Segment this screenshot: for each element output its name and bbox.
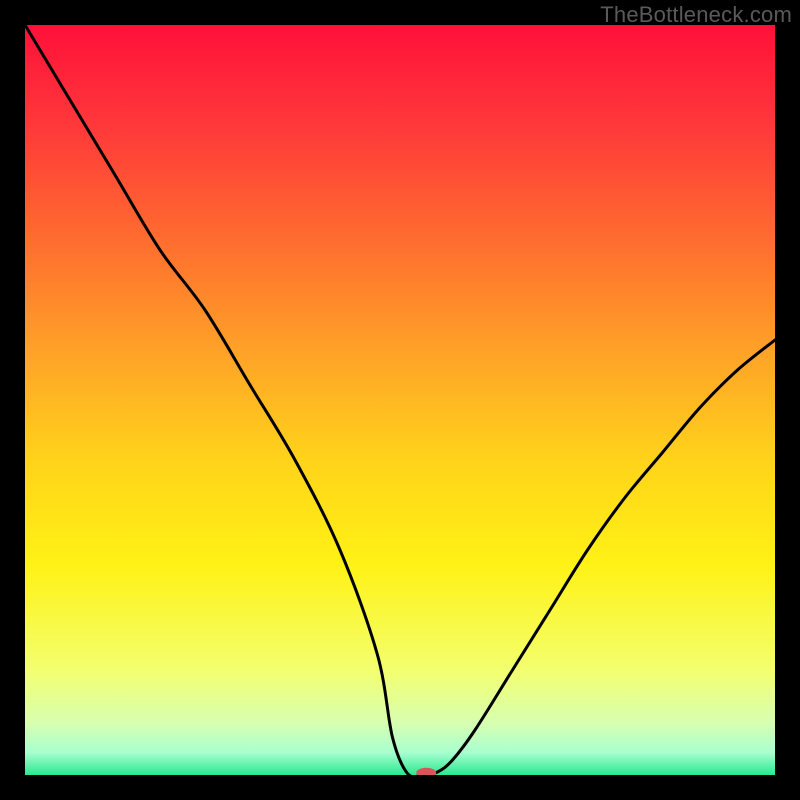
chart-frame: TheBottleneck.com: [0, 0, 800, 800]
chart-svg: [25, 25, 775, 775]
watermark-text: TheBottleneck.com: [600, 2, 792, 28]
chart-background: [25, 25, 775, 775]
chart-plot: [25, 25, 775, 775]
